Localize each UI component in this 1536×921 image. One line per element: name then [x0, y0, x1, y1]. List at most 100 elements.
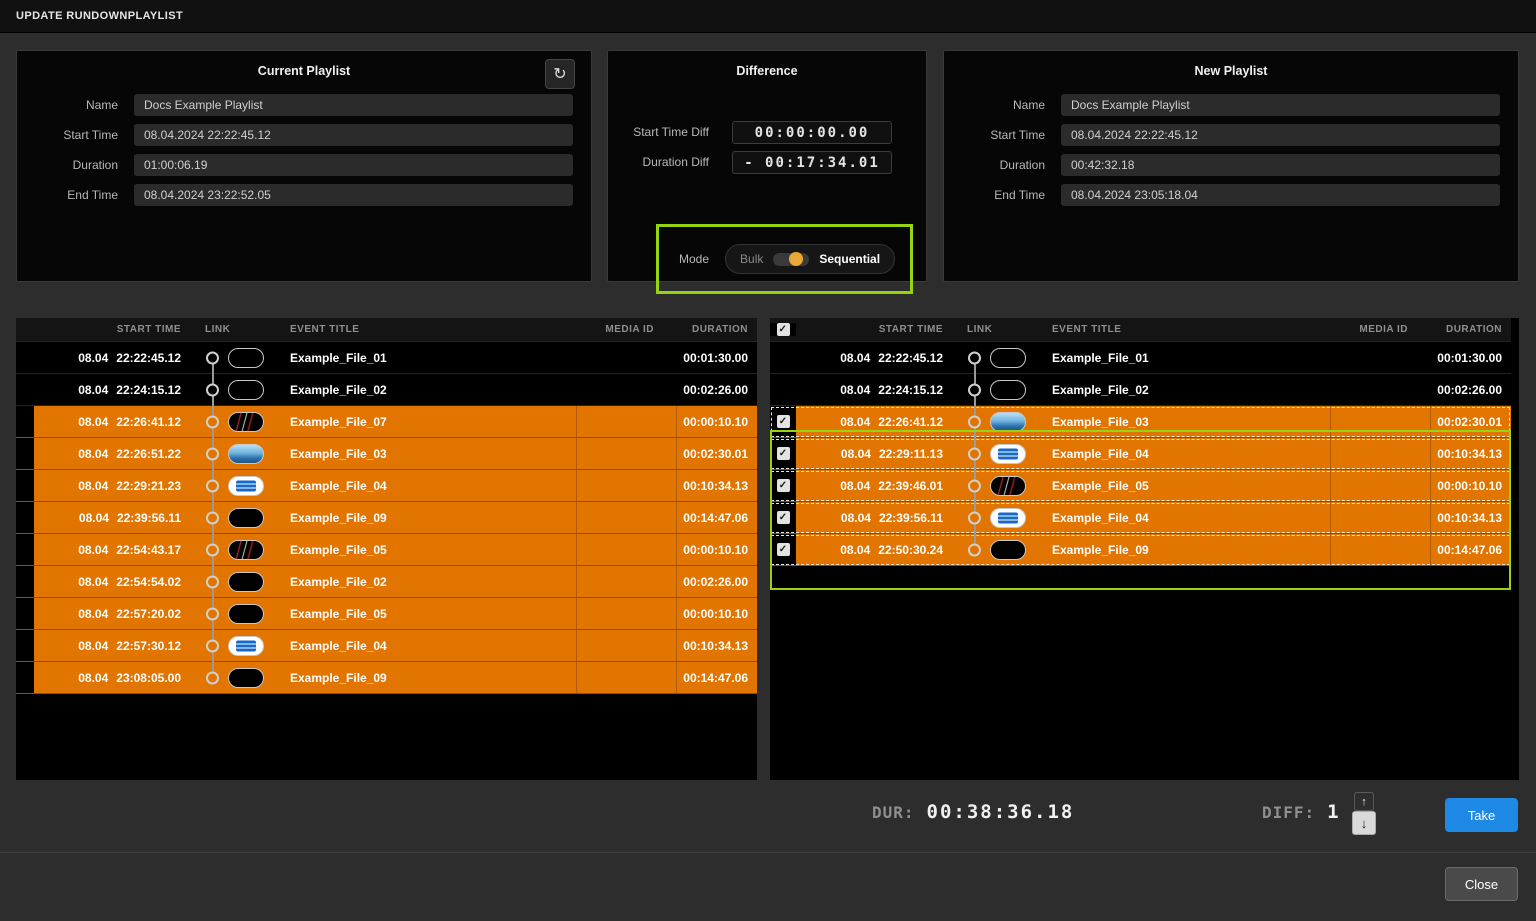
start-time-label: Start Time: [17, 124, 118, 146]
link-circle-icon[interactable]: [968, 447, 981, 460]
row-duration: 00:00:10.10: [676, 534, 757, 565]
row-link-cell: [189, 566, 274, 597]
row-select-cell[interactable]: [770, 342, 796, 373]
media-thumbnail: [228, 380, 264, 400]
row-select-cell[interactable]: [16, 662, 34, 693]
table-row[interactable]: 08.04 22:29:21.23 Example_File_04 00:10:…: [16, 470, 757, 502]
row-checkbox[interactable]: [777, 511, 790, 524]
table-row[interactable]: 08.04 23:08:05.00 Example_File_09 00:14:…: [16, 662, 757, 694]
table-row[interactable]: 08.04 22:54:43.17 Example_File_05 00:00:…: [16, 534, 757, 566]
toggle-switch-icon[interactable]: [773, 253, 809, 266]
row-select-cell[interactable]: [16, 438, 34, 469]
table-row[interactable]: 08.04 22:24:15.12 Example_File_02 00:02:…: [16, 374, 757, 406]
row-select-cell[interactable]: [16, 598, 34, 629]
table-row[interactable]: 08.04 22:54:54.02 Example_File_02 00:02:…: [16, 566, 757, 598]
name-field[interactable]: Docs Example Playlist: [134, 94, 573, 116]
link-circle-icon[interactable]: [206, 543, 219, 556]
table-row[interactable]: 08.04 22:29:11.13 Example_File_04 00:10:…: [770, 438, 1511, 470]
table-row[interactable]: 08.04 22:22:45.12 Example_File_01 00:01:…: [16, 342, 757, 374]
row-start-time: 08.04 22:24:15.12: [796, 374, 951, 405]
link-circle-icon[interactable]: [968, 415, 981, 428]
start-time-field[interactable]: 08.04.2024 22:22:45.12: [134, 124, 573, 146]
scroll-to-bottom-button[interactable]: ↓: [1352, 811, 1376, 835]
link-circle-icon[interactable]: [206, 415, 219, 428]
link-circle-icon[interactable]: [206, 447, 219, 460]
media-thumbnail: [228, 636, 264, 656]
table-row[interactable]: 08.04 22:57:30.12 Example_File_04 00:10:…: [16, 630, 757, 662]
mode-option-sequential[interactable]: Sequential: [819, 252, 880, 266]
row-select-cell[interactable]: [16, 406, 34, 437]
table-row[interactable]: 08.04 22:50:30.24 Example_File_09 00:14:…: [770, 534, 1511, 566]
link-circle-icon[interactable]: [968, 511, 981, 524]
refresh-button[interactable]: ↻: [545, 59, 575, 89]
row-select-cell[interactable]: [770, 406, 796, 437]
start-time-field[interactable]: 08.04.2024 22:22:45.12: [1061, 124, 1500, 146]
row-select-cell[interactable]: [16, 470, 34, 501]
link-circle-icon[interactable]: [968, 351, 981, 364]
table-row[interactable]: 08.04 22:26:41.12 Example_File_07 00:00:…: [16, 406, 757, 438]
link-circle-icon[interactable]: [206, 671, 219, 684]
link-circle-icon[interactable]: [968, 543, 981, 556]
table-row[interactable]: 08.04 22:39:56.11 Example_File_09 00:14:…: [16, 502, 757, 534]
take-button[interactable]: Take: [1445, 798, 1518, 832]
row-date: 08.04: [840, 415, 870, 429]
row-checkbox[interactable]: [777, 543, 790, 556]
table-row[interactable]: 08.04 22:26:51.22 Example_File_03 00:02:…: [16, 438, 757, 470]
close-button[interactable]: Close: [1445, 867, 1518, 901]
row-checkbox[interactable]: [777, 479, 790, 492]
row-select-cell[interactable]: [16, 566, 34, 597]
row-select-cell[interactable]: [770, 438, 796, 469]
table-row[interactable]: 08.04 22:39:46.01 Example_File_05 00:00:…: [770, 470, 1511, 502]
link-circle-icon[interactable]: [206, 575, 219, 588]
end-time-field[interactable]: 08.04.2024 23:22:52.05: [134, 184, 573, 206]
row-select-cell[interactable]: [770, 502, 796, 533]
media-thumbnail: [990, 348, 1026, 368]
row-select-cell[interactable]: [16, 502, 34, 533]
duration-diff-display: - 00:17:34.01: [732, 151, 892, 174]
link-circle-icon[interactable]: [968, 479, 981, 492]
toggle-knob-icon: [789, 252, 803, 266]
row-select-cell[interactable]: [16, 630, 34, 661]
table-row[interactable]: 08.04 22:22:45.12 Example_File_01 00:01:…: [770, 342, 1511, 374]
media-thumbnail: [990, 444, 1026, 464]
dialog-title: UPDATE RUNDOWNPLAYLIST: [16, 10, 183, 22]
link-circle-icon[interactable]: [206, 607, 219, 620]
row-event-title: Example_File_05: [1036, 470, 1330, 501]
row-media-id: [576, 438, 676, 469]
row-event-title: Example_File_09: [274, 502, 576, 533]
row-checkbox[interactable]: [777, 415, 790, 428]
row-select-cell[interactable]: [770, 374, 796, 405]
table-row[interactable]: 08.04 22:39:56.11 Example_File_04 00:10:…: [770, 502, 1511, 534]
row-select-cell[interactable]: [16, 342, 34, 373]
link-circle-icon[interactable]: [206, 479, 219, 492]
field-row: Duration 01:00:06.19: [17, 154, 591, 176]
row-link-cell: [189, 374, 274, 405]
row-select-cell[interactable]: [770, 534, 796, 565]
row-select-cell[interactable]: [16, 374, 34, 405]
link-circle-icon[interactable]: [206, 351, 219, 364]
link-circle-icon[interactable]: [206, 383, 219, 396]
table-row[interactable]: 08.04 22:26:41.12 Example_File_03 00:02:…: [770, 406, 1511, 438]
duration-field[interactable]: 00:42:32.18: [1061, 154, 1500, 176]
link-circle-icon[interactable]: [206, 639, 219, 652]
row-duration: 00:10:34.13: [1430, 502, 1511, 533]
mode-option-bulk[interactable]: Bulk: [740, 252, 763, 266]
mode-toggle[interactable]: Bulk Sequential: [725, 244, 895, 274]
end-time-field[interactable]: 08.04.2024 23:05:18.04: [1061, 184, 1500, 206]
row-select-cell[interactable]: [16, 534, 34, 565]
field-row: Duration 00:42:32.18: [944, 154, 1518, 176]
table-row[interactable]: 08.04 22:57:20.02 Example_File_05 00:00:…: [16, 598, 757, 630]
name-field[interactable]: Docs Example Playlist: [1061, 94, 1500, 116]
link-circle-icon[interactable]: [206, 511, 219, 524]
link-circle-icon[interactable]: [968, 383, 981, 396]
scroll-to-top-button[interactable]: ↑: [1354, 792, 1374, 811]
row-media-id: [1330, 406, 1430, 437]
duration-field[interactable]: 01:00:06.19: [134, 154, 573, 176]
row-checkbox[interactable]: [777, 447, 790, 460]
row-link-cell: [189, 598, 274, 629]
row-time: 22:26:51.22: [116, 447, 181, 461]
row-select-cell[interactable]: [770, 470, 796, 501]
row-start-time: 08.04 22:39:56.11: [34, 502, 189, 533]
select-all-checkbox[interactable]: [777, 323, 790, 336]
table-row[interactable]: 08.04 22:24:15.12 Example_File_02 00:02:…: [770, 374, 1511, 406]
